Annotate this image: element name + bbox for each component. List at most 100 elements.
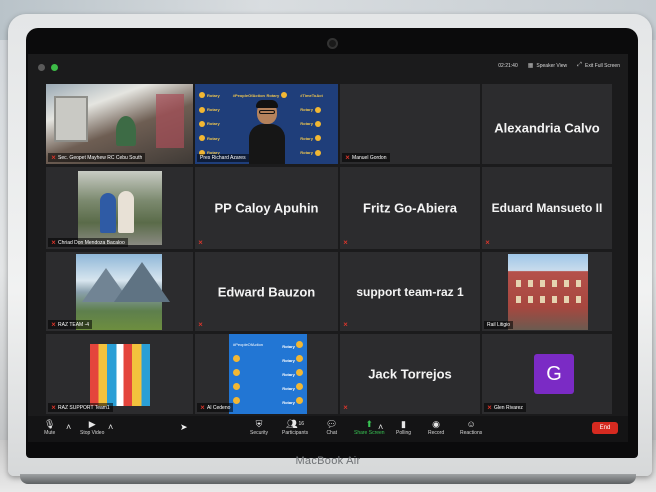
- polling-label: Polling: [396, 430, 412, 436]
- participant-label: Pres Richard Azares: [197, 154, 249, 162]
- encryption-shield-icon[interactable]: [51, 63, 58, 71]
- participant-tile[interactable]: support team-raz 1 ⨯: [340, 252, 480, 331]
- record-icon: ◉: [432, 419, 440, 429]
- reactions-button[interactable]: ☺ Reactions: [460, 419, 482, 436]
- participant-video: [508, 254, 588, 330]
- chevron-up-icon: ˄: [378, 422, 384, 432]
- gallery-grid: ⨯ Sec. Geopet Mayhew RC Cebu South Rotar…: [46, 84, 612, 418]
- exit-full-screen-button[interactable]: ⤢ Exit Full Screen: [577, 62, 620, 69]
- participant-name: Glen Rivarez: [494, 404, 523, 411]
- participant-label: ⨯ Sec. Geopet Mayhew RC Cebu South: [48, 153, 146, 162]
- participant-tile[interactable]: Alexandria Calvo: [482, 84, 612, 164]
- exit-fullscreen-icon: ⤢: [577, 62, 582, 68]
- info-icon[interactable]: [38, 63, 45, 71]
- mic-muted-icon: ⨯: [343, 322, 349, 328]
- reactions-label: Reactions: [460, 430, 483, 436]
- participant-tile[interactable]: ⨯ RAZ SUPPORT Team1: [46, 334, 193, 414]
- mic-muted-icon: ⨯: [485, 240, 491, 246]
- speaker-person: [249, 100, 285, 164]
- participants-label: Participants: [282, 430, 309, 436]
- webcam: [329, 40, 336, 47]
- participant-tile[interactable]: PP Caloy Apuhin ⨯: [195, 167, 338, 249]
- participant-tile[interactable]: ⨯ Manuel Gordon: [340, 84, 480, 164]
- participant-name: RAZ SUPPORT Team1: [58, 404, 110, 411]
- mute-label: Mute: [44, 430, 56, 436]
- mic-muted-icon: ⨯: [198, 322, 204, 328]
- participant-name-display: Fritz Go-Abiera: [363, 200, 457, 216]
- participant-name-display: Jack Torrejos: [368, 366, 452, 382]
- participant-name: Pres Richard Azares: [200, 155, 246, 161]
- participant-name: Manuel Gordon: [352, 154, 387, 161]
- stop-video-button[interactable]: ▶︎ Stop Video: [80, 419, 104, 436]
- participant-name: Al Cedeno: [207, 404, 231, 411]
- participant-name: Rail Litigio: [487, 322, 511, 328]
- end-meeting-button[interactable]: End: [592, 422, 618, 434]
- participant-label: Rail Litigio: [484, 321, 514, 329]
- participant-tile[interactable]: Edward Bauzon ⨯: [195, 252, 338, 331]
- mic-muted-icon: ⨯: [51, 405, 57, 411]
- laptop-brand-label: MacBook Air: [295, 455, 361, 467]
- mic-muted-icon: ⨯: [343, 240, 349, 246]
- mic-muted-icon: ⨯: [487, 405, 493, 411]
- mic-muted-icon: ⨯: [198, 240, 204, 246]
- participant-video: #PeopleOfAction Rotary Rotary Rotary Rota…: [229, 334, 307, 414]
- participant-name-display: Eduard Mansueto II: [491, 201, 603, 215]
- participant-video: [76, 254, 170, 330]
- speaker-view-label: Speaker View: [536, 62, 568, 69]
- chat-bubble-icon: 💬︎: [326, 419, 338, 429]
- speaker-view-button[interactable]: ▦ Speaker View: [527, 62, 568, 70]
- participant-tile[interactable]: ⨯ RAZ TEAM -4: [46, 252, 193, 331]
- mic-muted-icon: ⨯: [51, 155, 57, 161]
- audio-options-caret[interactable]: ˄: [66, 422, 71, 433]
- participant-video: [78, 171, 162, 245]
- mute-button[interactable]: 🎙︎ Mute: [44, 419, 55, 436]
- participant-name: RAZ TEAM -4: [58, 321, 90, 328]
- participant-name-display: Edward Bauzon: [217, 284, 316, 299]
- participant-tile[interactable]: ⨯ Sec. Geopet Mayhew RC Cebu South: [46, 84, 193, 164]
- participants-button[interactable]: 👥︎16 Participants: [282, 419, 308, 436]
- mouse-cursor-icon: ➤: [180, 422, 188, 432]
- chevron-up-icon: ˄: [108, 422, 114, 432]
- participant-video: Rotary #PeopleOfAction Rotary #TimeToAct Ro…: [195, 84, 338, 164]
- microphone-icon: 🎙︎: [44, 419, 56, 429]
- exit-full-screen-label: Exit Full Screen: [584, 62, 620, 69]
- meeting-topbar: 02:21:40 ▦ Speaker View ⤢ Exit Full Scre…: [28, 54, 628, 80]
- mic-muted-icon: ⨯: [200, 405, 206, 411]
- participant-tile[interactable]: Eduard Mansueto II ⨯: [482, 167, 612, 249]
- participant-tile[interactable]: Fritz Go-Abiera ⨯: [340, 167, 480, 249]
- participant-name-display: support team-raz 1: [356, 284, 464, 299]
- participant-tile[interactable]: #PeopleOfAction Rotary Rotary Rotary Rota…: [195, 334, 338, 414]
- laptop-hinge: [20, 474, 636, 484]
- share-options-caret[interactable]: ˄: [378, 422, 383, 433]
- participant-label: ⨯ Al Cedeno: [197, 403, 234, 412]
- security-button[interactable]: ⛨ Security: [250, 419, 268, 436]
- participant-tile[interactable]: Jack Torrejos ⨯: [340, 334, 480, 414]
- participant-tile-active-speaker[interactable]: Rotary #PeopleOfAction Rotary #TimeToAct Ro…: [195, 84, 338, 164]
- participant-label: ⨯ RAZ SUPPORT Team1: [48, 403, 113, 412]
- record-label: Record: [428, 430, 445, 436]
- participant-tile[interactable]: G ⨯ Glen Rivarez: [482, 334, 612, 414]
- avatar: G: [534, 354, 574, 394]
- mic-muted-icon: ⨯: [51, 240, 57, 246]
- participant-label: ⨯ RAZ TEAM -4: [48, 320, 93, 329]
- chat-button[interactable]: 💬︎ Chat: [326, 419, 337, 436]
- participant-name: Sec. Geopet Mayhew RC Cebu South: [58, 154, 143, 161]
- mic-muted-icon: ⨯: [343, 405, 349, 411]
- participant-name-display: Alexandria Calvo: [494, 120, 600, 136]
- meeting-timer: 02:21:40: [498, 62, 518, 69]
- share-screen-icon: ⬆: [365, 419, 374, 429]
- participant-tile[interactable]: ⨯ Chriad Don Mendoza Bacaloo: [46, 167, 193, 249]
- security-label: Security: [250, 430, 269, 436]
- mic-muted-icon: ⨯: [345, 155, 351, 161]
- video-camera-icon: ▶︎: [88, 419, 96, 429]
- participant-name-display: PP Caloy Apuhin: [214, 200, 319, 216]
- meeting-toolbar: 🎙︎ Mute ˄ ▶︎ Stop Video ˄ ⛨ Security 👥︎1…: [28, 416, 628, 442]
- video-options-caret[interactable]: ˄: [108, 422, 113, 433]
- polling-button[interactable]: ▮ Polling: [396, 419, 411, 436]
- smiley-icon: ☺: [466, 419, 476, 429]
- grid-view-icon: ▦: [527, 63, 534, 69]
- record-button[interactable]: ◉ Record: [428, 419, 444, 436]
- participant-tile[interactable]: Rail Litigio: [482, 252, 612, 331]
- shield-icon: ⛨: [255, 419, 263, 429]
- participants-icon: 👥︎16: [286, 419, 305, 429]
